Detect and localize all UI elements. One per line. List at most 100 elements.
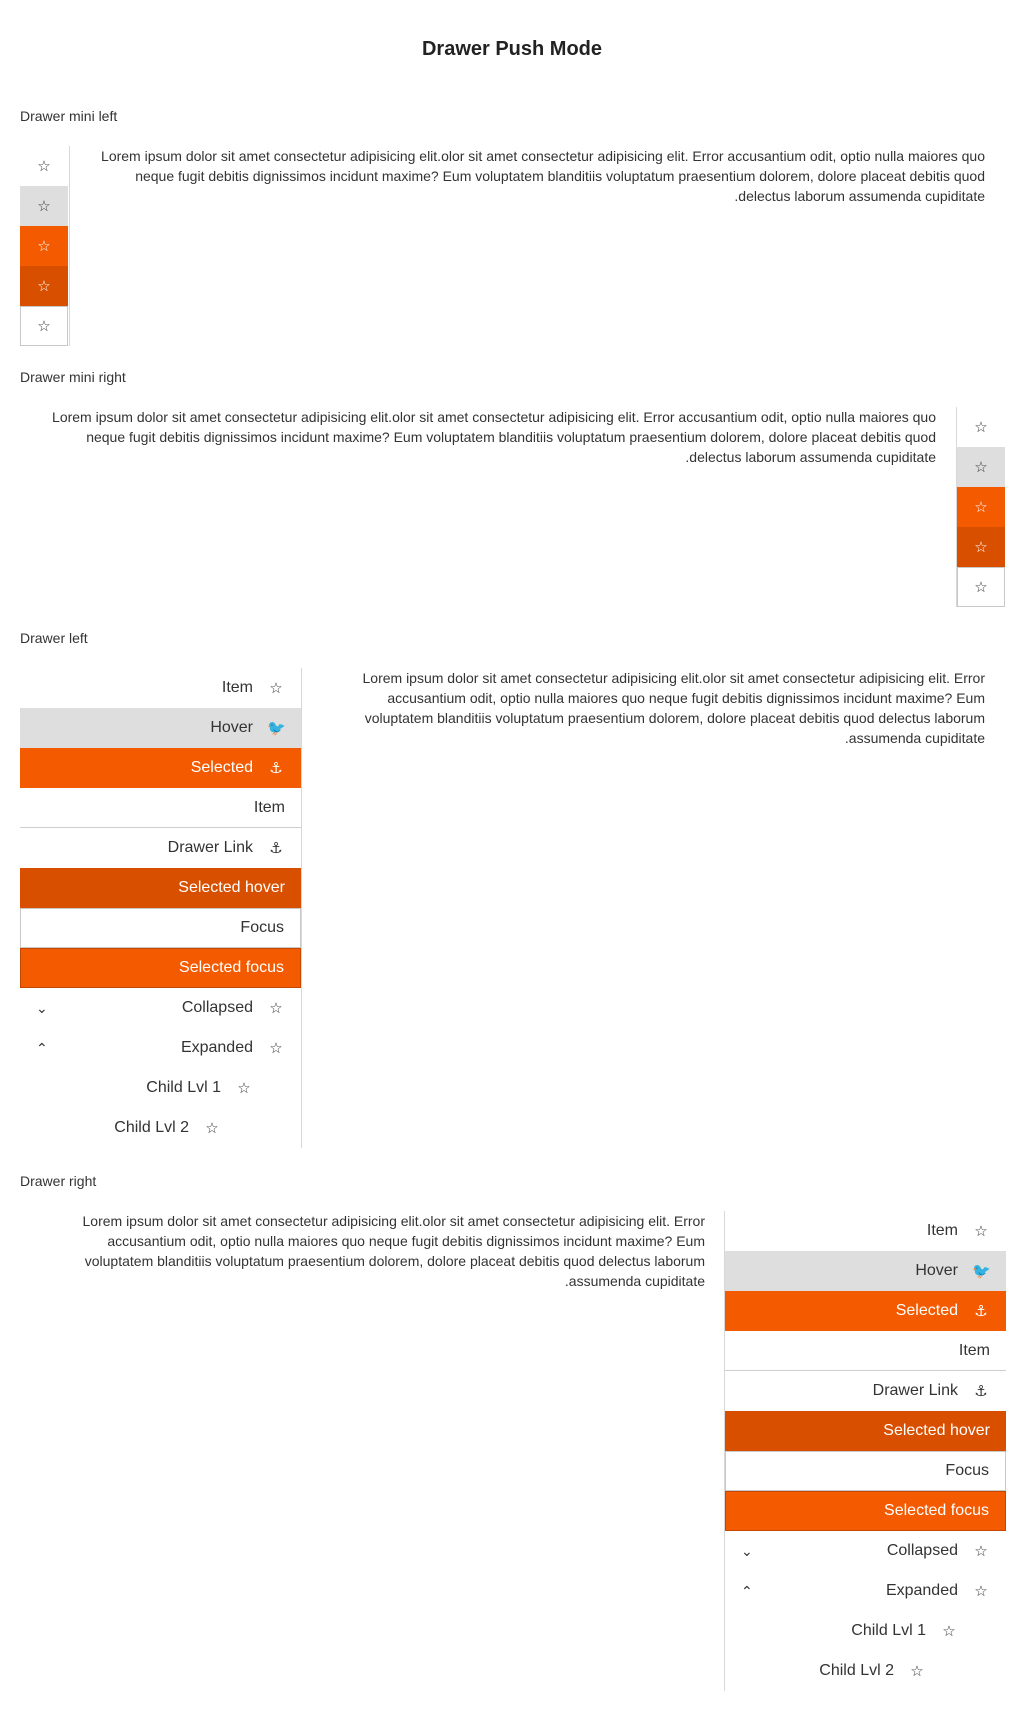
drawer-item-hover[interactable]: Hover 🐦: [725, 1251, 1006, 1291]
drawer-item-label: Collapsed: [181, 999, 253, 1016]
drawer-item-label: Item: [926, 1222, 958, 1239]
drawer-item-label: Selected: [895, 1302, 958, 1319]
drawer-item-selected-focus[interactable]: Selected focus: [725, 1491, 1006, 1531]
star-icon: ☆: [269, 1000, 283, 1017]
anchor-icon: ⚓: [269, 840, 283, 857]
drawer-mini-left: ☆ ☆ ☆ ☆ ☆: [20, 146, 70, 346]
mini-item-focus[interactable]: ☆: [20, 306, 68, 346]
drawer-item-focus[interactable]: Focus: [725, 1451, 1006, 1491]
drawer-item-label: Collapsed: [886, 1542, 958, 1559]
star-icon: ☆: [974, 459, 988, 476]
drawer-item-label: Child Lvl 1: [146, 1079, 221, 1096]
star-icon: ☆: [269, 680, 283, 697]
mini-item-selected-hover[interactable]: ☆: [957, 527, 1005, 567]
content-text-mini-right: Lorem ipsum dolor sit amet consectetur a…: [52, 409, 936, 465]
content-text-right: Lorem ipsum dolor sit amet consectetur a…: [82, 1213, 706, 1289]
star-icon: ☆: [974, 1543, 988, 1560]
drawer-item[interactable]: Item ☆: [725, 1211, 1006, 1251]
star-icon: ☆: [37, 318, 51, 335]
mini-item-focus[interactable]: ☆: [957, 567, 1005, 607]
drawer-mini-right: ☆ ☆ ☆ ☆ ☆: [956, 407, 1006, 607]
mini-item-selected[interactable]: ☆: [957, 487, 1005, 527]
drawer-item-collapsed[interactable]: ⌄ Collapsed ☆: [20, 988, 301, 1028]
star-icon: ☆: [974, 1583, 988, 1600]
drawer-item-selected[interactable]: Selected ⚓: [20, 748, 301, 788]
anchor-icon: ⚓: [974, 1383, 988, 1400]
drawer-item-selected-hover[interactable]: Selected hover: [725, 1411, 1006, 1451]
drawer-left: Item ☆ Hover 🐦 Selected ⚓ Item Drawer Link ⚓…: [20, 668, 302, 1148]
drawer-item-child-lvl-1[interactable]: Child Lvl 1 ☆: [20, 1068, 301, 1108]
twitter-icon: 🐦: [267, 720, 286, 737]
star-icon: ☆: [974, 579, 988, 596]
drawer-right: Item ☆ Hover 🐦 Selected ⚓ Item Drawer Link ⚓…: [724, 1211, 1006, 1691]
drawer-item-label: Drawer Link: [872, 1382, 958, 1399]
drawer-item-selected-focus[interactable]: Selected focus: [20, 948, 301, 988]
drawer-item-label: Hover: [915, 1262, 958, 1279]
star-icon: ☆: [237, 1080, 251, 1097]
drawer-item-label: Drawer Link: [167, 839, 253, 856]
drawer-item-label: Expanded: [885, 1582, 958, 1599]
star-icon: ☆: [974, 1223, 988, 1240]
drawer-item-label: Hover: [210, 719, 253, 736]
mini-item-default[interactable]: ☆: [957, 407, 1005, 447]
drawer-item-plain[interactable]: Item: [725, 1331, 1006, 1371]
anchor-icon: ⚓: [974, 1303, 988, 1320]
drawer-item-label: Expanded: [180, 1039, 253, 1056]
drawer-item-child-lvl-2[interactable]: Child Lvl 2 ☆: [725, 1651, 1006, 1691]
drawer-item-label: Item: [221, 679, 253, 696]
drawer-item-collapsed[interactable]: ⌄ Collapsed ☆: [725, 1531, 1006, 1571]
drawer-item-focus[interactable]: Focus: [20, 908, 301, 948]
chevron-up-icon[interactable]: ⌃: [741, 1571, 753, 1611]
drawer-item-selected-hover[interactable]: Selected hover: [20, 868, 301, 908]
drawer-link[interactable]: Drawer Link ⚓: [725, 1371, 1006, 1411]
drawer-item-expanded[interactable]: ⌃ Expanded ☆: [725, 1571, 1006, 1611]
drawer-item-label: Item: [958, 1341, 990, 1359]
content-text-mini-left: Lorem ipsum dolor sit amet consectetur a…: [101, 148, 985, 204]
section-label-left: Drawer left: [20, 630, 88, 646]
mini-item-default[interactable]: ☆: [20, 146, 68, 186]
star-icon: ☆: [37, 158, 51, 175]
mini-item-selected-hover[interactable]: ☆: [20, 266, 68, 306]
drawer-item[interactable]: Item ☆: [20, 668, 301, 708]
drawer-item-expanded[interactable]: ⌃ Expanded ☆: [20, 1028, 301, 1068]
drawer-link[interactable]: Drawer Link ⚓: [20, 828, 301, 868]
drawer-item-child-lvl-2[interactable]: Child Lvl 2 ☆: [20, 1108, 301, 1148]
twitter-icon: 🐦: [972, 1263, 991, 1280]
content-text-left: Lorem ipsum dolor sit amet consectetur a…: [362, 670, 986, 746]
anchor-icon: ⚓: [269, 760, 283, 777]
page-title: Drawer Push Mode: [421, 38, 603, 60]
drawer-item-label: Focus: [240, 919, 284, 936]
section-label-right: Drawer right: [20, 1173, 97, 1189]
drawer-item-selected[interactable]: Selected ⚓: [725, 1291, 1006, 1331]
star-icon: ☆: [974, 499, 988, 516]
section-label-mini-right: Drawer mini right: [20, 369, 126, 385]
drawer-item-hover[interactable]: Hover 🐦: [20, 708, 301, 748]
drawer-item-label: Focus: [945, 1462, 989, 1479]
mini-item-hover[interactable]: ☆: [20, 186, 68, 226]
star-icon: ☆: [974, 539, 988, 556]
drawer-item-child-lvl-1[interactable]: Child Lvl 1 ☆: [725, 1611, 1006, 1651]
section-label-mini-left: Drawer mini left: [20, 108, 118, 124]
star-icon: ☆: [942, 1623, 956, 1640]
chevron-down-icon[interactable]: ⌄: [36, 988, 48, 1028]
drawer-item-label: Selected hover: [883, 1422, 990, 1439]
mini-item-hover[interactable]: ☆: [957, 447, 1005, 487]
drawer-item-label: Child Lvl 2: [819, 1662, 894, 1679]
drawer-item-label: Child Lvl 1: [851, 1622, 926, 1639]
star-icon: ☆: [37, 278, 51, 295]
drawer-item-label: Item: [253, 798, 285, 816]
chevron-up-icon[interactable]: ⌃: [36, 1028, 48, 1068]
star-icon: ☆: [910, 1663, 924, 1680]
drawer-item-label: Selected: [190, 759, 253, 776]
chevron-down-icon[interactable]: ⌄: [741, 1531, 753, 1571]
drawer-item-label: Child Lvl 2: [114, 1119, 189, 1136]
mini-item-selected[interactable]: ☆: [20, 226, 68, 266]
star-icon: ☆: [205, 1120, 219, 1137]
drawer-item-label: Selected focus: [884, 1502, 989, 1519]
star-icon: ☆: [37, 198, 51, 215]
star-icon: ☆: [37, 238, 51, 255]
drawer-item-plain[interactable]: Item: [20, 788, 301, 828]
drawer-item-label: Selected hover: [178, 879, 285, 896]
star-icon: ☆: [974, 419, 988, 436]
star-icon: ☆: [269, 1040, 283, 1057]
